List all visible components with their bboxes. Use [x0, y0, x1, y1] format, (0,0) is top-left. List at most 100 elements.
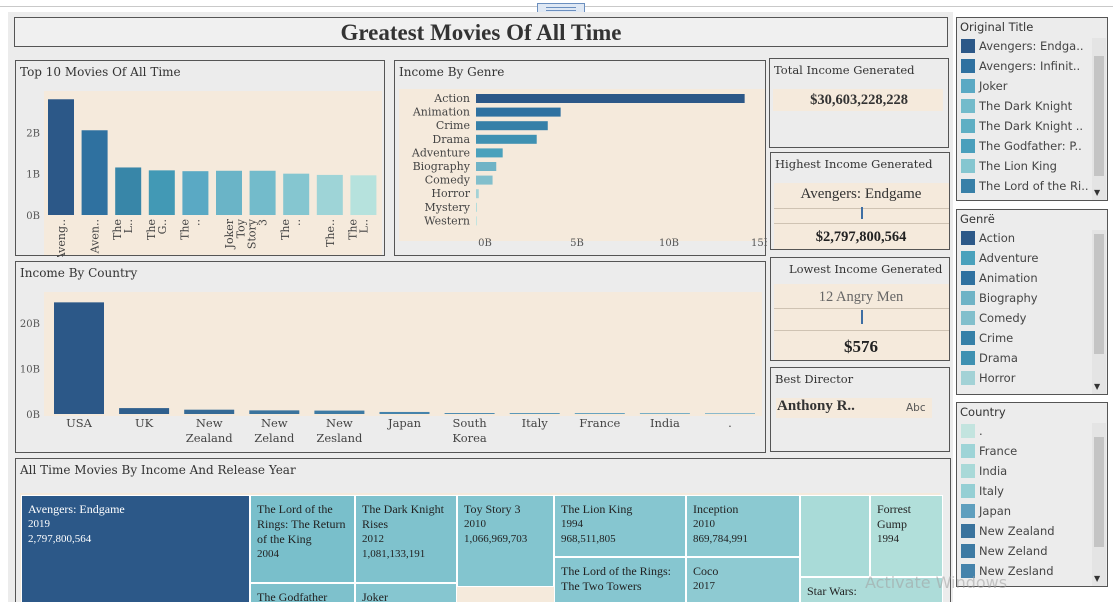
treemap-cell-title: Coco — [693, 564, 719, 578]
scroll-down-icon[interactable]: ▼ — [1094, 382, 1100, 391]
filter-item[interactable]: Joker — [961, 76, 1091, 96]
bar — [476, 189, 479, 199]
x-tick-label: L.. — [357, 219, 370, 233]
treemap-cell-title: The Lord of the Rings: The Two Towers — [561, 564, 671, 593]
genre-scrollbar[interactable]: ▼ — [1092, 230, 1106, 394]
x-tick-label: 10B — [659, 238, 679, 249]
best-director-name: Anthony R.. — [777, 398, 855, 414]
x-tick-label: Zesland — [316, 431, 363, 445]
filter-item[interactable]: The Dark Knight .. — [961, 116, 1091, 136]
y-tick-label: Western — [424, 214, 470, 227]
bar — [476, 202, 477, 212]
legend-swatch — [961, 159, 975, 173]
filter-item-label: New Zeland — [979, 544, 1048, 558]
treemap-cell[interactable]: The Lion King 1994 968,511,805 — [554, 495, 686, 557]
bar — [476, 94, 745, 103]
lowest-tick — [861, 310, 863, 324]
filter-item[interactable]: New Zealand — [961, 521, 1091, 541]
bar — [350, 175, 377, 215]
scroll-down-icon[interactable]: ▼ — [1094, 188, 1100, 197]
filter-item[interactable]: New Zeland — [961, 541, 1091, 561]
filter-item[interactable]: India — [961, 461, 1091, 481]
filter-item[interactable]: The Lion King — [961, 156, 1091, 176]
legend-swatch — [961, 99, 975, 113]
treemap-cell-title: The Dark Knight Rises — [362, 502, 444, 531]
legend-swatch — [961, 39, 975, 53]
filter-item-label: The Lion King — [979, 159, 1057, 173]
lowest-income-movie: 12 Angry Men — [818, 289, 904, 305]
treemap-cell[interactable]: Joker — [355, 583, 457, 602]
filter-item-label: Japan — [979, 504, 1012, 518]
treemap-cell[interactable]: The Godfather — [250, 583, 355, 602]
filter-item[interactable]: Adventure — [961, 248, 1091, 268]
filter-item[interactable]: Italy — [961, 481, 1091, 501]
genre-scroll-thumb[interactable] — [1094, 234, 1104, 354]
y-tick-label: Mystery — [424, 201, 470, 214]
filter-item[interactable]: Comedy — [961, 308, 1091, 328]
treemap-cell-year: 2017 — [693, 580, 715, 592]
filter-item[interactable]: France — [961, 441, 1091, 461]
filter-item[interactable]: Animation — [961, 268, 1091, 288]
treemap-cell-title: Inception — [693, 502, 739, 516]
filter-item[interactable]: The Godfather: P.. — [961, 136, 1091, 156]
bar — [476, 175, 493, 185]
highest-income-movie: Avengers: Endgame — [800, 186, 922, 202]
treemap-cell[interactable]: The Lord of the Rings: The Two Towers — [554, 557, 686, 602]
legend-swatch — [961, 79, 975, 93]
treemap-cell-year: 1994 — [561, 518, 583, 530]
filter-item[interactable]: Japan — [961, 501, 1091, 521]
treemap-cell[interactable]: The Dark Knight Rises 2012 1,081,133,191 — [355, 495, 457, 583]
dashboard-title: Greatest Movies Of All Time — [340, 20, 622, 45]
filter-item[interactable]: Biography — [961, 288, 1091, 308]
treemap: Avengers: Endgame 2019 2,797,800,564 The Lo… — [21, 495, 943, 602]
filter-item[interactable]: Drama — [961, 348, 1091, 368]
treemap-cell[interactable]: Forrest Gump 1994 — [870, 495, 943, 577]
country-scrollbar[interactable]: ▼ — [1092, 423, 1106, 586]
x-tick-label: UK — [135, 416, 154, 430]
treemap-cell[interactable]: Inception 2010 869,784,991 — [686, 495, 800, 557]
original-title-scroll-thumb[interactable] — [1094, 56, 1104, 176]
y-tick-label: Adventure — [411, 146, 470, 159]
treemap-cell-year: 2010 — [693, 518, 715, 530]
legend-swatch — [961, 311, 975, 325]
filter-item-label: Action — [979, 231, 1016, 245]
bar — [476, 148, 503, 158]
bar — [115, 167, 142, 215]
bar — [639, 413, 690, 414]
bar — [476, 216, 477, 226]
treemap-cell-income: 1,081,133,191 — [362, 548, 426, 560]
legend-swatch — [961, 119, 975, 133]
treemap-title: All Time Movies By Income And Release Ye… — [20, 463, 296, 477]
filter-item[interactable]: Avengers: Endga.. — [961, 36, 1091, 56]
y-tick-label: 0B — [26, 410, 40, 421]
treemap-cell[interactable] — [800, 495, 870, 577]
treemap-cell[interactable]: Coco 2017 — [686, 557, 800, 602]
filter-item[interactable]: The Lord of the Ri.. — [961, 176, 1091, 196]
filter-item[interactable]: Action — [961, 228, 1091, 248]
y-tick-label: 20B — [20, 319, 40, 330]
bar — [283, 173, 310, 215]
x-tick-label: New — [261, 416, 288, 430]
bar — [54, 302, 104, 414]
filter-item-label: Italy — [979, 484, 1004, 498]
total-income-value: $30,603,228,228 — [810, 92, 908, 108]
y-tick-label: 2B — [26, 128, 40, 139]
treemap-cell-title: Forrest Gump — [877, 502, 911, 531]
filter-item[interactable]: . — [961, 421, 1091, 441]
treemap-cell-income: 1,066,969,703 — [464, 533, 528, 545]
filter-item[interactable]: Avengers: Infinit.. — [961, 56, 1091, 76]
filter-item[interactable]: The Dark Knight — [961, 96, 1091, 116]
lowest-income-title: Lowest Income Generated — [789, 262, 943, 276]
treemap-cell[interactable]: Avengers: Endgame 2019 2,797,800,564 — [21, 495, 250, 602]
treemap-cell[interactable]: The Lord of the Rings: The Return of the… — [250, 495, 355, 583]
treemap-cell-income: 968,511,805 — [561, 533, 616, 545]
filter-item-label: Crime — [979, 331, 1014, 345]
filter-item[interactable]: Crime — [961, 328, 1091, 348]
filter-item[interactable]: Horror — [961, 368, 1091, 388]
country-scroll-thumb[interactable] — [1094, 437, 1104, 547]
treemap-cell[interactable]: Toy Story 3 2010 1,066,969,703 — [457, 495, 554, 587]
genre-filter: Genrë Action Adventure Animation Biography C… — [956, 209, 1108, 395]
legend-swatch — [961, 544, 975, 558]
scroll-down-icon[interactable]: ▼ — [1094, 574, 1100, 583]
original-title-scrollbar[interactable]: ▼ — [1092, 38, 1106, 200]
